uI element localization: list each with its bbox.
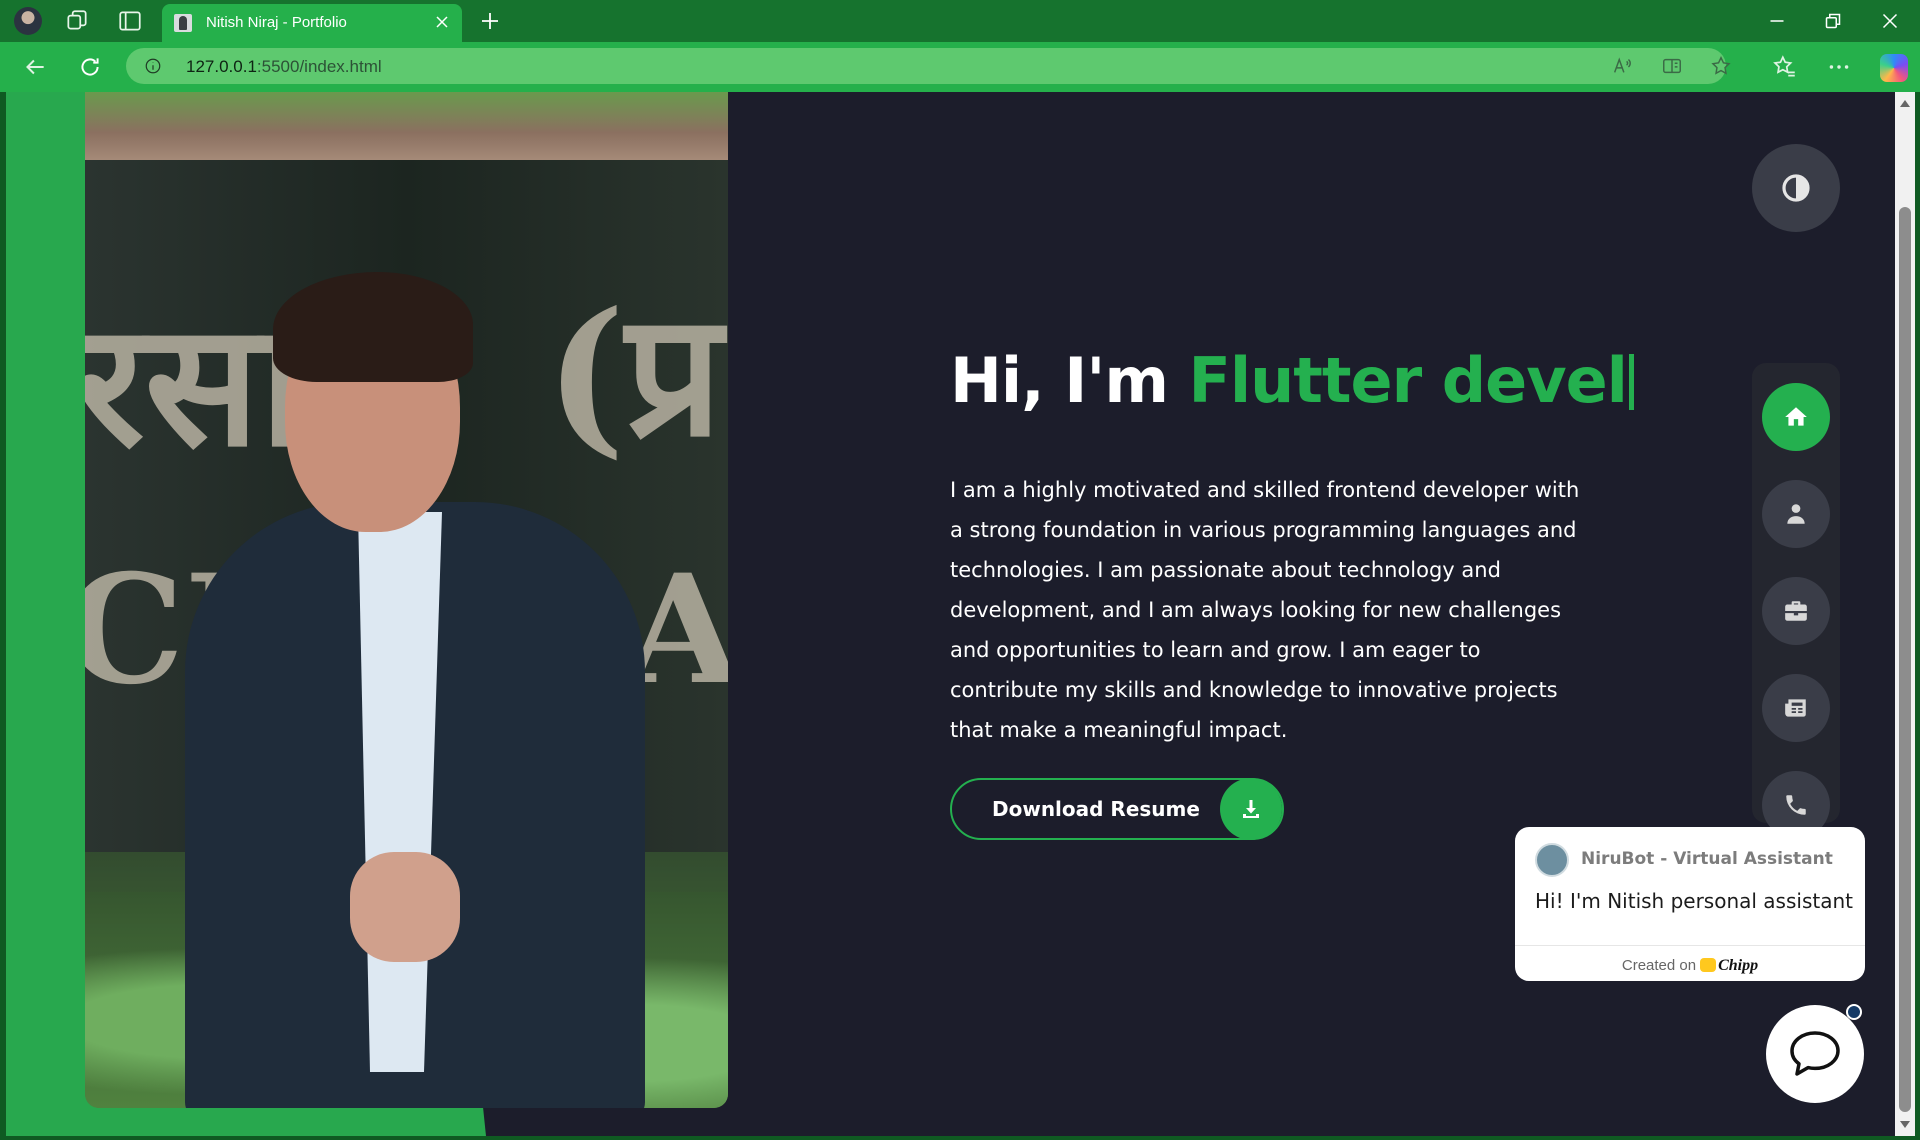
close-window-icon[interactable] (1877, 8, 1903, 34)
chat-footer-prefix: Created on (1621, 957, 1697, 974)
bot-avatar (1535, 843, 1569, 877)
chipp-logo-icon (1700, 958, 1717, 972)
chat-bubble-icon (1790, 1031, 1840, 1076)
read-aloud-icon[interactable] (1611, 55, 1633, 77)
hero-description: I am a highly motivated and skilled fron… (950, 478, 1580, 742)
download-icon (1220, 778, 1282, 840)
typing-caret (1628, 354, 1634, 410)
url-text: 127.0.0.1:5500/index.html (186, 57, 382, 77)
tab-portfolio[interactable]: Nitish Niraj - Portfolio (162, 4, 462, 42)
more-options-icon[interactable] (1826, 54, 1852, 80)
copilot-icon[interactable] (1880, 54, 1908, 82)
nav-portfolio-button[interactable] (1762, 577, 1830, 645)
photo-person-hair (273, 272, 473, 382)
favorites-icon[interactable] (1772, 54, 1798, 80)
profile-avatar[interactable] (14, 7, 42, 35)
phone-icon (1786, 795, 1806, 815)
photo-top-band (85, 92, 728, 160)
browser-toolbar: 127.0.0.1:5500/index.html (0, 42, 1920, 92)
tab-actions-icon[interactable] (117, 8, 143, 34)
chatbot-popup[interactable]: NiruBot - Virtual Assistant Hi! I'm Niti… (1515, 827, 1865, 981)
briefcase-icon (1785, 601, 1807, 621)
tab-title: Nitish Niraj - Portfolio (206, 14, 347, 31)
photo-letters-left: रसा (85, 285, 304, 485)
open-chat-button[interactable] (1766, 1005, 1864, 1103)
bot-greeting: Hi! I'm Nitish personal assistant (1535, 889, 1853, 913)
typed-role: Flutter devel (1188, 344, 1628, 417)
workspaces-icon[interactable] (64, 8, 90, 34)
restore-icon[interactable] (1820, 8, 1846, 34)
home-icon (1785, 407, 1807, 426)
scroll-down-icon[interactable] (1900, 1121, 1910, 1128)
scroll-up-icon[interactable] (1900, 100, 1910, 107)
nav-home-button[interactable] (1762, 383, 1830, 451)
contrast-icon (1782, 174, 1810, 202)
chat-footer-brand: Chipp (1718, 957, 1759, 974)
portfolio-page: रसा (प्र CIE AD Hi, I'm Flutter devel I … (6, 92, 1895, 1136)
bot-name: NiruBot - Virtual Assistant (1581, 849, 1833, 869)
theme-toggle-button[interactable] (1752, 144, 1840, 232)
photo-person-hand (350, 852, 460, 962)
address-bar[interactable]: 127.0.0.1:5500/index.html (126, 48, 1731, 84)
page-scrollbar[interactable] (1895, 92, 1915, 1136)
url-host: 127.0.0.1 (186, 57, 257, 76)
immersive-reader-icon[interactable] (1661, 55, 1683, 77)
favorite-star-icon[interactable] (1710, 55, 1732, 77)
title-bar: Nitish Niraj - Portfolio (0, 0, 1920, 42)
close-tab-icon[interactable] (432, 12, 452, 32)
back-icon[interactable] (22, 54, 48, 80)
photo-letters-right: (प्र (545, 275, 723, 475)
hero-title: Hi, I'm Flutter devel (950, 344, 1634, 417)
newspaper-icon (1785, 699, 1806, 717)
nav-blog-button[interactable] (1762, 674, 1830, 742)
side-navigation (1752, 363, 1840, 839)
site-info-icon[interactable] (144, 57, 162, 75)
chat-footer[interactable]: Created on Chipp (1515, 945, 1865, 981)
download-resume-button[interactable]: Download Resume (950, 778, 1284, 840)
url-path: :5500/index.html (256, 57, 382, 76)
hero-greeting: Hi, I'm (950, 344, 1189, 417)
reload-icon[interactable] (77, 54, 103, 80)
new-tab-icon[interactable] (478, 9, 502, 33)
scrollbar-thumb[interactable] (1899, 207, 1911, 1112)
download-resume-label: Download Resume (992, 797, 1200, 821)
minimize-icon[interactable] (1764, 8, 1790, 34)
profile-photo: रसा (प्र CIE AD (85, 92, 728, 1108)
tab-favicon (174, 14, 192, 32)
user-icon (1787, 504, 1805, 524)
chat-notification-dot (1846, 1004, 1862, 1020)
nav-about-button[interactable] (1762, 480, 1830, 548)
